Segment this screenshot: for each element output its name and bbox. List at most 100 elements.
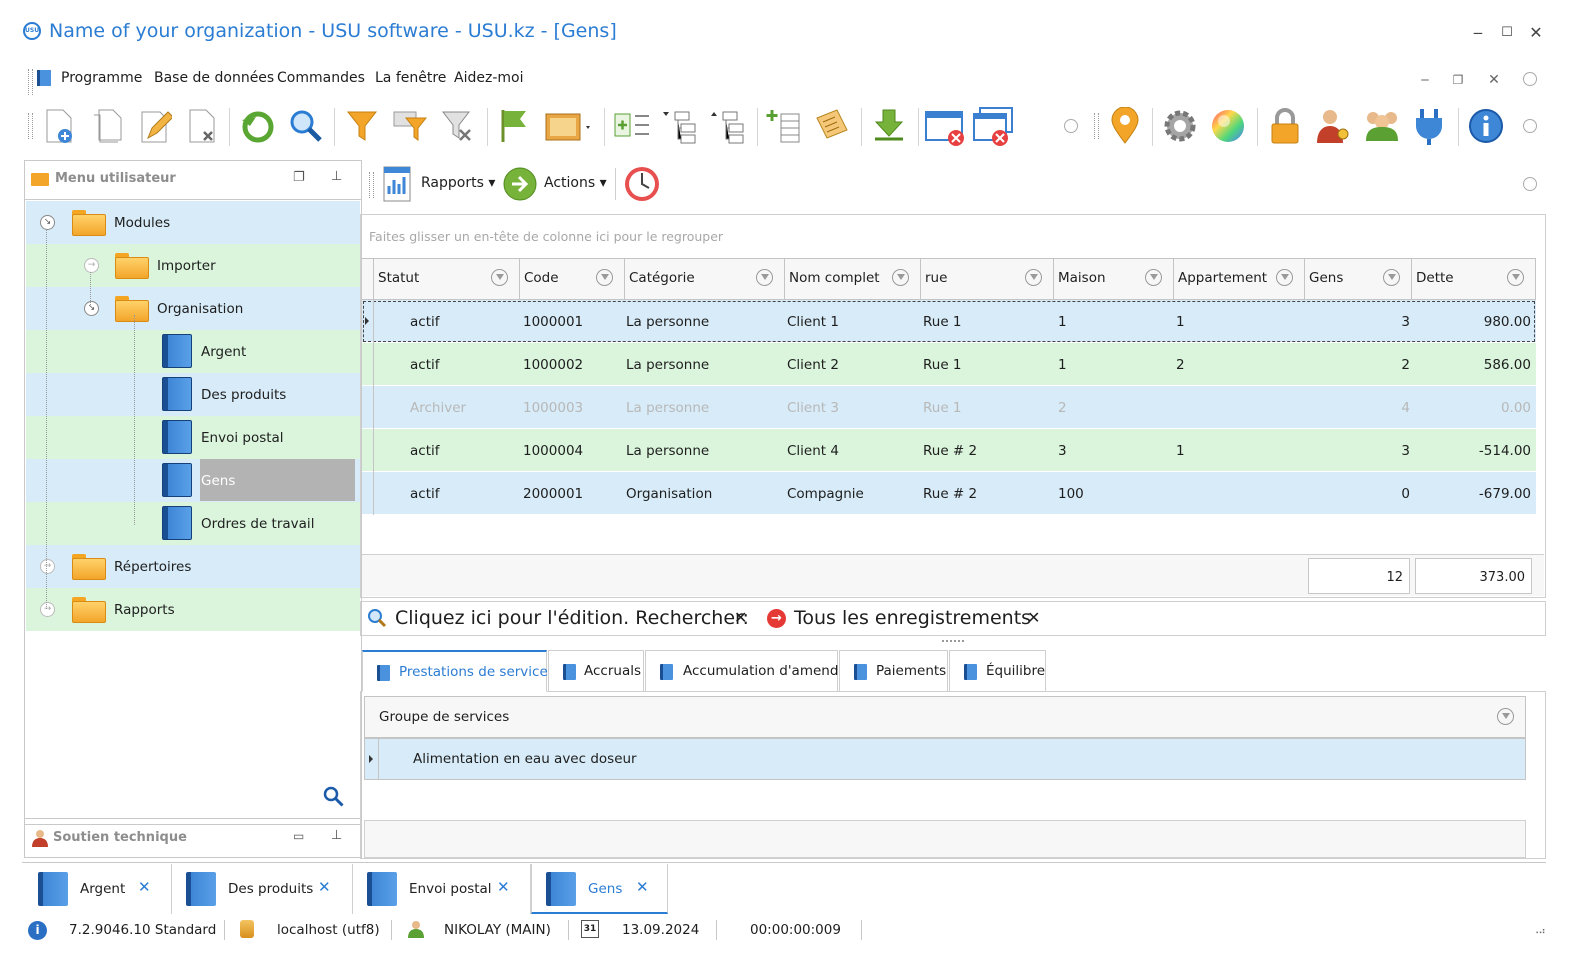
menu-overflow-icon[interactable] <box>1523 72 1537 86</box>
tree-item-gens[interactable]: Gens <box>26 459 360 502</box>
tree-item-ordres-de-travail[interactable]: Ordres de travail <box>26 502 360 545</box>
column-header-code[interactable]: Code <box>520 258 625 300</box>
expand-icon[interactable]: → <box>84 258 99 273</box>
tab-paiements[interactable]: Paiements <box>839 650 948 692</box>
info-icon[interactable] <box>1467 106 1505 146</box>
panel-pin-icon[interactable]: ⊥ <box>331 828 342 843</box>
doc-tab-close-icon[interactable]: ✕ <box>318 878 331 896</box>
detail-row[interactable]: Alimentation en eau avec doseur <box>364 738 1526 780</box>
download-icon[interactable] <box>870 106 908 146</box>
tree-item-importer[interactable]: → Importer <box>26 244 360 287</box>
menu-programme[interactable]: Programme <box>61 70 142 86</box>
doc-tab-close-icon[interactable]: ✕ <box>497 878 510 896</box>
detail-grid-header[interactable]: Groupe de services <box>364 696 1526 738</box>
mdi-close-button[interactable]: ✕ <box>1484 70 1504 90</box>
column-filter-icon[interactable] <box>892 269 909 286</box>
menu-commandes[interactable]: Commandes <box>277 70 365 86</box>
plug-icon[interactable] <box>1410 106 1448 146</box>
collapse-icon[interactable]: ↘ <box>84 301 99 316</box>
expand-icon[interactable]: → <box>40 602 55 617</box>
tree-item-modules[interactable]: ↘ Modules <box>26 201 360 244</box>
tab-accruals[interactable]: Accruals <box>548 650 644 692</box>
panel-pin-icon[interactable]: ⊥ <box>331 169 342 184</box>
location-pin-icon[interactable] <box>1106 106 1144 146</box>
column-filter-icon[interactable] <box>756 269 773 286</box>
resize-grip-icon[interactable]: ⠠⠴ <box>1532 926 1546 937</box>
doc-tab-envoi-postal[interactable]: Envoi postal ✕ <box>353 864 531 914</box>
subtoolbar-overflow-icon[interactable] <box>1523 177 1537 191</box>
column-filter-icon[interactable] <box>1507 269 1524 286</box>
column-header-appartement[interactable]: Appartement <box>1174 258 1305 300</box>
mdi-minimize-button[interactable]: ‒ <box>1415 70 1435 90</box>
reports-icon[interactable] <box>383 166 411 202</box>
filter-records-text[interactable]: Tous les enregistrements <box>794 607 1031 629</box>
panel-search-icon[interactable] <box>323 786 345 812</box>
column-filter-icon[interactable] <box>1383 269 1400 286</box>
notes-icon[interactable] <box>813 106 851 146</box>
column-filter-icon[interactable] <box>1145 269 1162 286</box>
tree-item-repertoires[interactable]: → Répertoires <box>26 545 360 588</box>
table-row[interactable]: actif 1000001 La personne Client 1 Rue 1… <box>362 300 1536 343</box>
expand-icon[interactable]: → <box>40 559 55 574</box>
column-header-rue[interactable]: rue <box>921 258 1054 300</box>
doc-tab-close-icon[interactable]: ✕ <box>138 878 151 896</box>
column-header-categorie[interactable]: Catégorie <box>625 258 785 300</box>
column-header-statut[interactable]: Statut <box>374 258 520 300</box>
close-all-windows-icon[interactable] <box>972 106 1016 146</box>
copy-record-icon[interactable] <box>88 106 126 146</box>
add-group-icon[interactable] <box>613 106 651 146</box>
tree-item-envoi-postal[interactable]: Envoi postal <box>26 416 360 459</box>
toolbar-grip[interactable] <box>28 113 33 139</box>
menu-base-de-donnees[interactable]: Base de données <box>154 70 274 86</box>
expand-tree-icon[interactable] <box>661 106 699 146</box>
add-column-icon[interactable] <box>765 106 803 146</box>
table-row-archived[interactable]: Archiver 1000003 La personne Client 3 Ru… <box>362 386 1536 429</box>
clear-filter-icon[interactable]: ✕ <box>1027 608 1040 627</box>
doc-tab-close-icon[interactable]: ✕ <box>636 878 649 896</box>
table-row[interactable]: actif 1000004 La personne Client 4 Rue #… <box>362 429 1536 472</box>
menu-la-fenetre[interactable]: La fenêtre <box>375 70 446 86</box>
clock-icon[interactable] <box>623 165 661 207</box>
refresh-icon[interactable] <box>239 106 277 146</box>
maximize-button[interactable]: ☐ <box>1495 22 1519 44</box>
color-wheel-icon[interactable] <box>1209 106 1247 146</box>
doc-tab-argent[interactable]: Argent ✕ <box>24 864 172 914</box>
tree-item-des-produits[interactable]: Des produits <box>26 373 360 416</box>
delete-record-icon[interactable] <box>183 106 221 146</box>
column-filter-icon[interactable] <box>1497 708 1514 725</box>
users-group-icon[interactable] <box>1362 106 1400 146</box>
column-filter-icon[interactable] <box>491 269 508 286</box>
clear-search-icon[interactable]: ✕ <box>734 608 747 627</box>
close-window-icon[interactable] <box>924 106 968 146</box>
close-button[interactable]: ✕ <box>1524 22 1548 44</box>
tree-item-organisation[interactable]: ↘ Organisation <box>26 287 360 330</box>
column-filter-icon[interactable] <box>1276 269 1293 286</box>
toolbar-overflow-icon[interactable] <box>1064 119 1078 133</box>
toolbar-grip-right[interactable] <box>1094 113 1099 139</box>
search-icon[interactable] <box>287 106 325 146</box>
tab-prestations[interactable]: Prestations de service. <box>362 650 552 692</box>
table-row[interactable]: actif 2000001 Organisation Compagnie Rue… <box>362 472 1536 515</box>
column-header-nom-complet[interactable]: Nom complet <box>785 258 921 300</box>
tree-item-argent[interactable]: Argent <box>26 330 360 373</box>
menu-grip[interactable] <box>28 69 33 95</box>
subtoolbar-grip[interactable] <box>369 172 374 198</box>
toolbar-overflow-icon-right[interactable] <box>1523 119 1537 133</box>
filter-settings-icon[interactable] <box>391 106 429 146</box>
clear-filter-icon[interactable] <box>439 106 477 146</box>
actions-icon[interactable] <box>502 166 538 206</box>
doc-tab-gens[interactable]: Gens ✕ <box>531 864 668 914</box>
collapse-icon[interactable]: ↘ <box>40 215 55 230</box>
column-filter-icon[interactable] <box>596 269 613 286</box>
column-header-dette[interactable]: Dette <box>1412 258 1536 300</box>
tab-equilibre[interactable]: Équilibre <box>949 650 1046 692</box>
edit-record-icon[interactable] <box>136 106 174 146</box>
panel-maximize-icon[interactable]: ▭ <box>293 829 304 843</box>
table-row[interactable]: actif 1000002 La personne Client 2 Rue 1… <box>362 343 1536 386</box>
doc-tab-des-produits[interactable]: Des produits ✕ <box>172 864 353 914</box>
reports-dropdown[interactable]: Rapports ▾ <box>421 175 495 191</box>
column-filter-icon[interactable] <box>1025 269 1042 286</box>
settings-gear-icon[interactable] <box>1161 106 1199 146</box>
column-header-maison[interactable]: Maison <box>1054 258 1174 300</box>
flag-icon[interactable] <box>497 106 535 146</box>
